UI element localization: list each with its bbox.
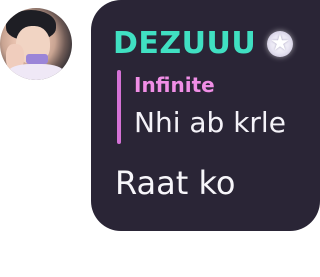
reply-bar [117, 70, 121, 144]
avatar-bow [26, 54, 48, 64]
chat-message: DEZUUU ★ Infinite Nhi ab krle Raat ko [0, 0, 320, 277]
reply-preview[interactable]: Infinite Nhi ab krle [117, 70, 307, 144]
reply-author: Infinite [134, 73, 215, 97]
sender-name[interactable]: DEZUUU [113, 27, 256, 61]
reply-text: Nhi ab krle [134, 106, 286, 139]
star-icon: ★ [267, 31, 293, 57]
avatar-shirt [8, 64, 64, 80]
sender-avatar[interactable] [0, 8, 72, 80]
message-bubble[interactable]: DEZUUU ★ Infinite Nhi ab krle Raat ko [91, 0, 320, 231]
message-text: Raat ko [115, 164, 236, 202]
